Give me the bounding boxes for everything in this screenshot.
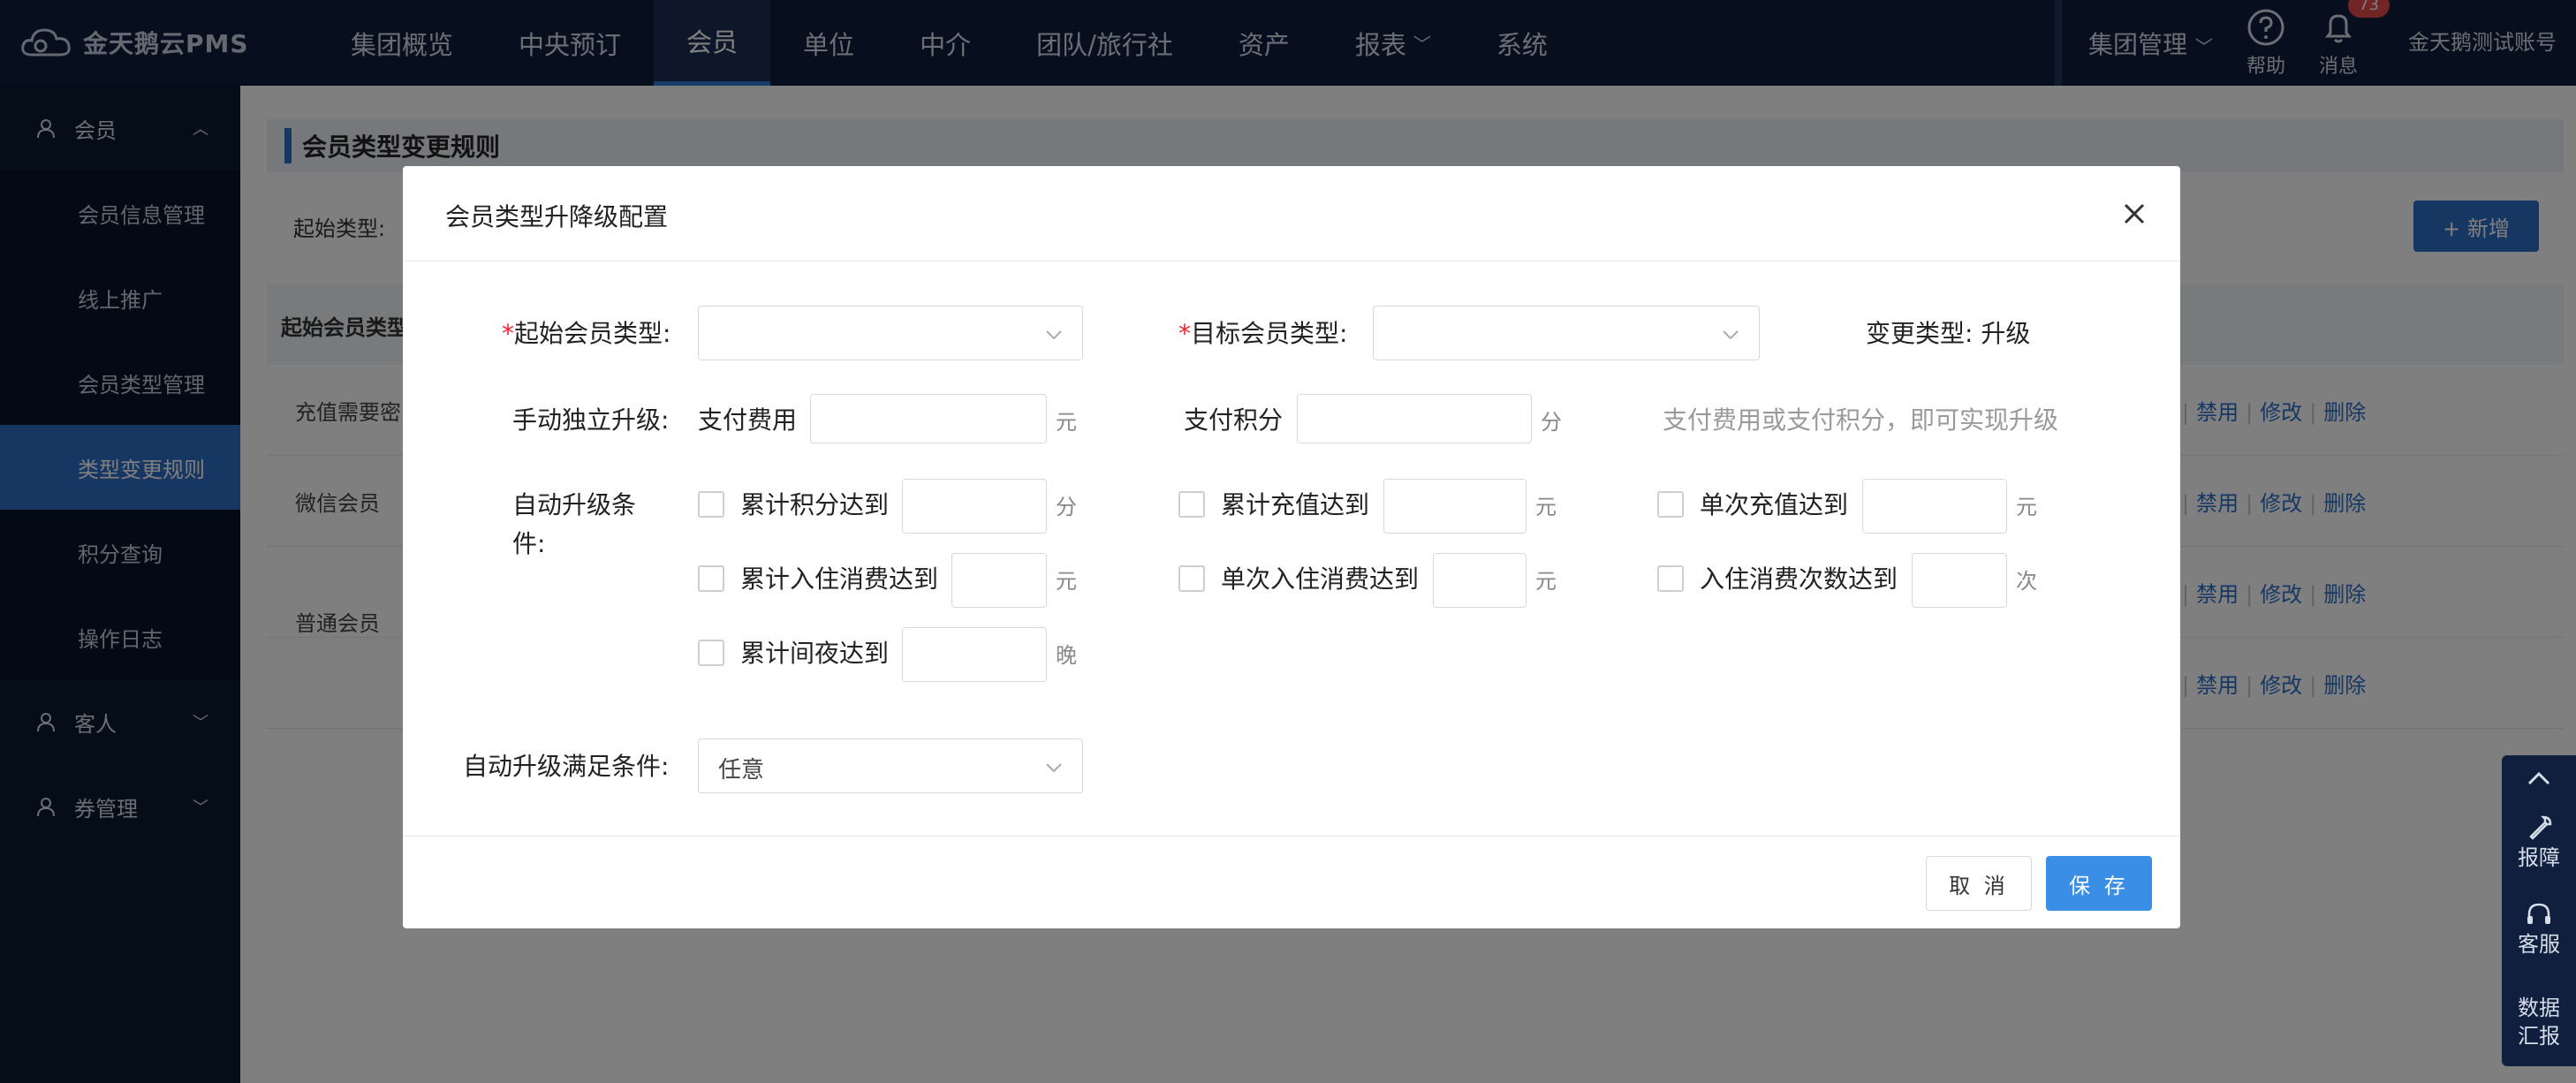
target-type-label: *目标会员类型: (1178, 314, 1347, 350)
stay-count-label: 入住消费次数达到 (1700, 564, 1898, 594)
report-label: 报障 (2518, 845, 2560, 870)
unit-yuan: 元 (1535, 569, 1557, 594)
change-type-text: 变更类型: 升级 (1866, 319, 2031, 348)
satisfy-condition-value: 任意 (718, 757, 765, 784)
floating-tools-panel: 报障 客服 数据 汇报 (2502, 755, 2576, 1066)
auto-upgrade-label: 件: (512, 529, 546, 558)
required-mark: * (502, 319, 514, 348)
stay-spend-total-label: 累计入住消费达到 (740, 564, 939, 594)
nights-total-checkbox[interactable] (698, 640, 724, 666)
satisfy-condition-label: 自动升级满足条件: (463, 752, 670, 781)
stay-count-checkbox[interactable] (1657, 565, 1684, 592)
start-type-label: *起始会员类型: (502, 314, 671, 350)
unit-yuan: 元 (1056, 569, 1077, 594)
data-report-label: 汇报 (2518, 1024, 2560, 1049)
stay-spend-total-checkbox[interactable] (698, 565, 724, 592)
manual-upgrade-label: 手动独立升级: (512, 405, 670, 435)
unit-yuan: 元 (2016, 495, 2037, 519)
pay-fee-label: 支付费用 (698, 405, 798, 435)
dialog-title: 会员类型升降级配置 (445, 202, 669, 231)
recharge-total-checkbox[interactable] (1178, 491, 1205, 518)
start-type-select[interactable] (698, 306, 1083, 360)
customer-service-button[interactable]: 客服 (2502, 900, 2576, 958)
stay-count-input[interactable] (1912, 553, 2007, 608)
save-button[interactable]: 保 存 (2046, 856, 2152, 911)
recharge-single-checkbox[interactable] (1657, 491, 1684, 518)
pay-fee-input[interactable] (810, 394, 1047, 443)
pay-points-label: 支付积分 (1184, 405, 1284, 435)
auto-upgrade-label: 自动升级条 (512, 490, 637, 519)
points-total-label: 累计积分达到 (740, 490, 890, 519)
chevron-down-icon (1046, 330, 1062, 340)
stay-spend-single-checkbox[interactable] (1178, 565, 1205, 592)
unit-yuan: 元 (1056, 410, 1077, 435)
pay-points-input[interactable] (1297, 394, 1532, 443)
stay-spend-single-input[interactable] (1433, 553, 1527, 608)
unit-fen: 分 (1541, 410, 1562, 435)
recharge-total-input[interactable] (1383, 479, 1527, 534)
unit-wan: 晚 (1056, 643, 1077, 668)
required-mark: * (1178, 319, 1191, 348)
stay-spend-single-label: 单次入住消费达到 (1221, 564, 1420, 594)
nights-total-input[interactable] (902, 627, 1047, 682)
recharge-total-label: 累计充值达到 (1221, 490, 1370, 519)
data-report-label: 数据 (2518, 996, 2560, 1020)
chevron-down-icon (1046, 763, 1062, 773)
target-type-select[interactable] (1373, 306, 1760, 360)
unit-yuan: 元 (1535, 495, 1557, 519)
manual-upgrade-hint: 支付费用或支付积分，即可实现升级 (1663, 405, 2059, 435)
chevron-up-icon (2527, 771, 2550, 785)
chevron-down-icon (1723, 330, 1739, 340)
satisfy-condition-select[interactable]: 任意 (698, 738, 1083, 793)
report-issue-button[interactable]: 报障 (2502, 814, 2576, 872)
stay-spend-total-input[interactable] (951, 553, 1047, 608)
recharge-single-input[interactable] (1862, 479, 2007, 534)
upgrade-config-dialog: 会员类型升降级配置 *起始会员类型: *目标会员类型: 变更类型: 升级 手动独… (403, 166, 2180, 928)
scroll-top-button[interactable] (2502, 764, 2576, 794)
nights-total-label: 累计间夜达到 (740, 639, 890, 668)
label-text: 目标会员类型: (1191, 319, 1348, 348)
unit-fen: 分 (1056, 495, 1077, 519)
wrench-icon (2529, 815, 2552, 840)
recharge-single-label: 单次充值达到 (1700, 490, 1849, 519)
close-icon[interactable] (2120, 200, 2148, 228)
label-text: 起始会员类型: (514, 319, 671, 348)
service-label: 客服 (2518, 932, 2560, 957)
points-total-input[interactable] (902, 479, 1047, 534)
unit-ci: 次 (2016, 569, 2037, 594)
dialog-header: 会员类型升降级配置 (403, 166, 2180, 261)
headset-icon (2527, 903, 2550, 924)
dialog-footer: 取 消 保 存 (403, 836, 2180, 928)
points-total-checkbox[interactable] (698, 491, 724, 518)
data-report-button[interactable]: 数据 汇报 (2502, 994, 2576, 1050)
cancel-button[interactable]: 取 消 (1926, 856, 2032, 911)
